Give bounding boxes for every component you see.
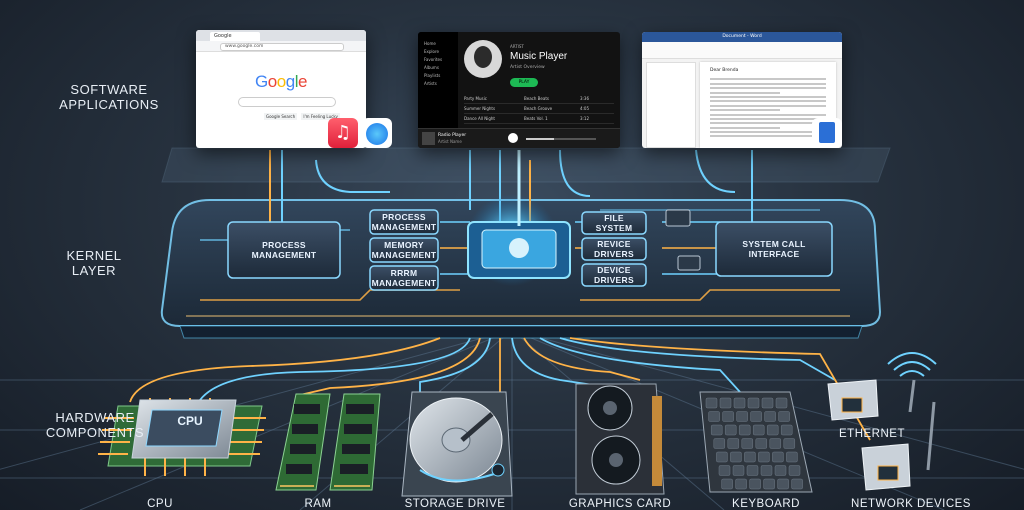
safari-icon[interactable] [362,118,392,148]
play-button[interactable]: PLAY [510,78,538,87]
core-light [509,238,529,258]
music-nav-item[interactable]: Favorites [424,56,458,64]
now-playing-bar: Radio Player Artist Name [418,128,620,148]
music-nav-item[interactable]: Artists [424,80,458,88]
hardware-caption: CPU [147,498,173,510]
track-time: 3:36 [580,96,589,101]
music-player-window[interactable]: Home Explore Favorites Albums Playlists Artis… [418,32,620,148]
browser-tab-bar: Google [196,30,366,41]
file-system-chip: FILE SYSTEM [595,213,633,233]
track-time: 3:12 [580,116,589,121]
software-applications-label: SOFTWARE APPLICATIONS [59,82,159,112]
music-sidebar: Home Explore Favorites Albums Playlists Artis… [418,32,458,128]
hardware-caption: KEYBOARD [732,498,800,510]
music-title: Music Player [510,51,568,62]
network-devices-graphic [827,352,937,491]
hardware-caption: RAM [304,498,332,510]
device-drivers-chip: DEVICE DRIVERS [594,265,634,285]
music-nav-item[interactable]: Explore [424,48,458,56]
track-time: 4:05 [580,106,589,111]
now-playing-art [422,132,435,145]
artist-name: Artist Overview [510,65,545,70]
track-name: Party Music [464,96,487,101]
system-call-interface-chip: SYSTEM CALL INTERFACE [742,239,806,259]
hardware-caption: NETWORK DEVICES [851,498,971,510]
music-app-icon[interactable]: ♫ [328,118,358,148]
word-title-bar: Document - Word [642,32,842,42]
track-row[interactable]: Dance All Night Beats Vol. 1 3:12 [464,114,614,124]
music-nav-item[interactable]: Albums [424,64,458,72]
small-ic-top [665,209,691,227]
google-logo: Google [255,72,307,91]
artist-avatar [464,40,502,78]
ethernet-label: ETHERNET [839,428,905,440]
word-nav-pane [646,62,696,148]
track-artist: Beach Groove [524,106,553,111]
hardware-caption: STORAGE DRIVE [404,498,506,510]
hardware-components-label: HARDWARE COMPONENTS [45,410,145,440]
music-nav-item[interactable]: Playlists [424,72,458,80]
small-ic-bottom [677,255,701,271]
pause-button[interactable] [508,133,518,143]
track-name: Summer Nights [464,106,496,111]
google-search-button[interactable]: Google Search I'm Feeling Lucky [264,113,340,120]
now-playing-title: Radio Player [438,133,467,138]
software-shelf [161,147,891,183]
hardware-caption: GRAPHICS CARD [568,498,672,510]
track-row[interactable]: Summer Nights Beach Groove 4:05 [464,104,614,114]
track-list: Party Music Beach Beats 3:36 Summer Nights B… [464,94,614,124]
browser-toolbar: www.google.com [196,41,366,52]
track-row[interactable]: Party Music Beach Beats 3:36 [464,94,614,104]
word-heading: Dear Brenda [710,68,739,73]
music-nav-item[interactable]: Home [424,40,458,48]
progress-bar[interactable] [526,138,596,140]
now-playing-artist: Artist Name [438,139,462,144]
rrrm-management-chip: RRRM MANAGEMENT [371,268,437,288]
document-app-icon[interactable] [812,118,842,148]
word-body-text [710,76,826,140]
graphics-card-graphic [575,383,665,495]
os-architecture-diagram: SOFTWARE APPLICATIONS KERNEL LAYER HARDW… [0,0,1024,510]
ram-graphic [275,393,381,491]
cpu-chip-label: CPU [177,414,203,428]
storage-drive-graphic [401,391,513,497]
track-artist: Beach Beats [524,96,549,101]
revice-drivers-chip: REVICE DRIVERS [594,239,634,259]
word-ribbon [642,42,842,59]
process-management-mid-chip: PROCESS MANAGEMENT [371,212,437,232]
artist-section-label: ARTIST [510,44,524,49]
process-management-chip: PROCESS MANAGEMENT [251,240,317,260]
browser-address-bar[interactable]: www.google.com [220,43,344,51]
browser-tab[interactable]: Google [210,32,260,41]
track-artist: Beats Vol. 1 [524,116,548,121]
memory-management-chip: MEMORY MANAGEMENT [371,240,437,260]
track-name: Dance All Night [464,116,495,121]
kernel-board-edge [179,325,863,339]
google-search-input[interactable] [238,97,336,107]
kernel-layer-label: KERNEL LAYER [66,248,122,278]
